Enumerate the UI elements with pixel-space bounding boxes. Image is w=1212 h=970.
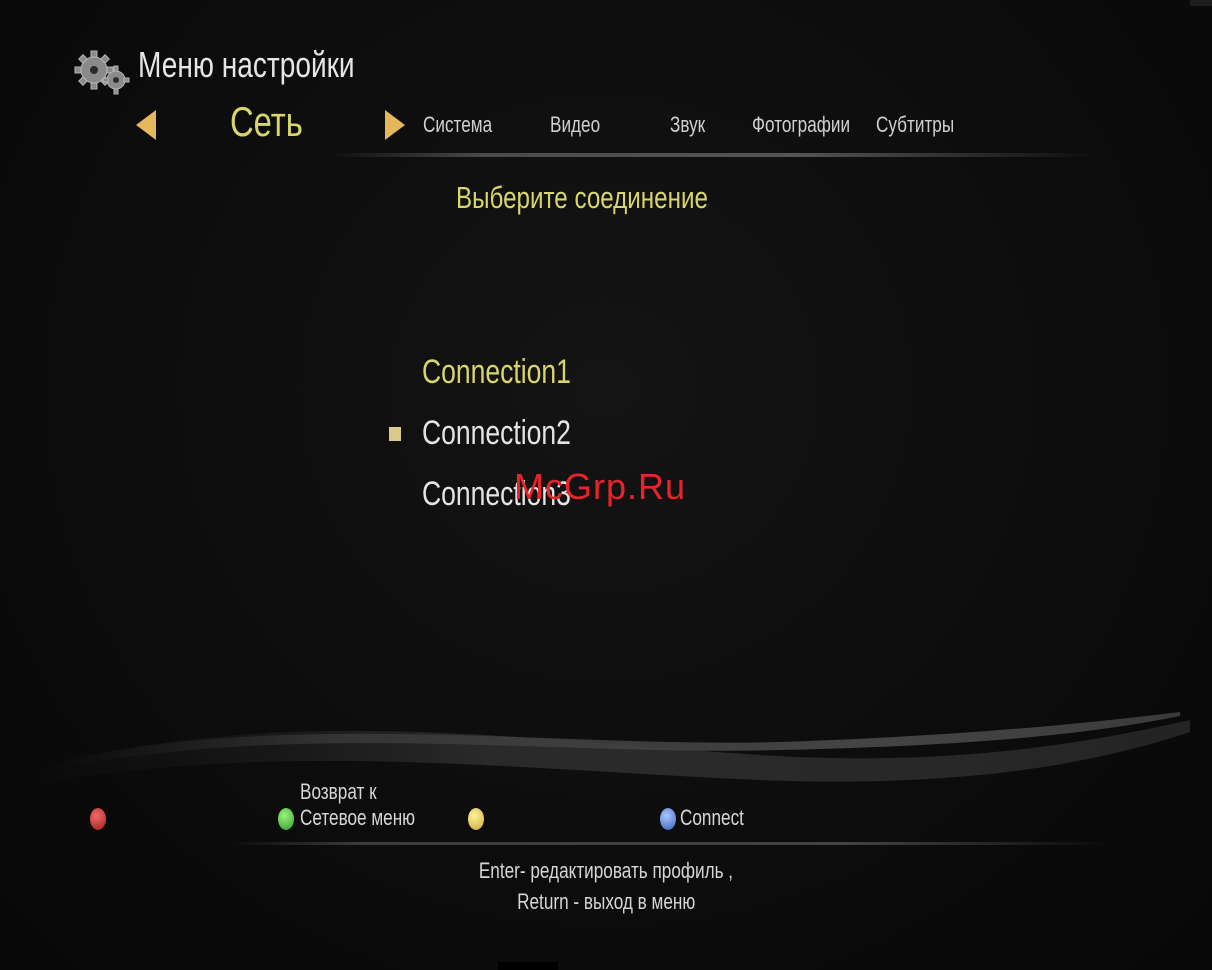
green-button-icon[interactable] <box>278 808 294 830</box>
blue-button-label: Connect <box>680 805 744 830</box>
screen-edge-mark <box>498 962 558 970</box>
blue-button-icon[interactable] <box>660 808 676 830</box>
tab-next-arrow-icon[interactable] <box>385 110 405 140</box>
tab-subtitles[interactable]: Субтитры <box>876 112 954 138</box>
tab-system[interactable]: Система <box>423 112 492 138</box>
yellow-button-icon[interactable] <box>468 808 484 830</box>
tab-photos[interactable]: Фотографии <box>752 112 850 138</box>
footer-divider <box>230 842 1110 845</box>
connection-item-1[interactable]: Connection1 <box>422 353 571 392</box>
connection-item-2[interactable]: Connection2 <box>422 414 571 453</box>
tab-video[interactable]: Видео <box>550 112 600 138</box>
tab-audio[interactable]: Звук <box>670 112 705 138</box>
tab-network[interactable]: Сеть <box>230 98 303 146</box>
selection-marker-icon <box>389 427 401 441</box>
green-button-label-line2: Сетевое меню <box>300 805 416 830</box>
help-text-line1: Enter- редактировать профиль , <box>478 858 734 883</box>
section-heading: Выберите соединение <box>456 180 708 215</box>
watermark: McGrp.Ru <box>514 466 687 507</box>
page-title: Меню настройки <box>138 44 355 85</box>
settings-screen: Меню настройки Сеть Система Видео Звук Ф… <box>0 0 1212 970</box>
red-button-icon[interactable] <box>90 808 106 830</box>
tab-prev-arrow-icon[interactable] <box>136 110 156 140</box>
header-divider <box>330 153 1100 157</box>
decorative-swoosh <box>20 712 1190 785</box>
help-text-line2: Return - выход в меню <box>516 889 696 914</box>
screen-corner-mark <box>1190 0 1212 6</box>
green-button-label-line1: Возврат к <box>300 779 377 804</box>
gear-icon <box>74 50 130 95</box>
